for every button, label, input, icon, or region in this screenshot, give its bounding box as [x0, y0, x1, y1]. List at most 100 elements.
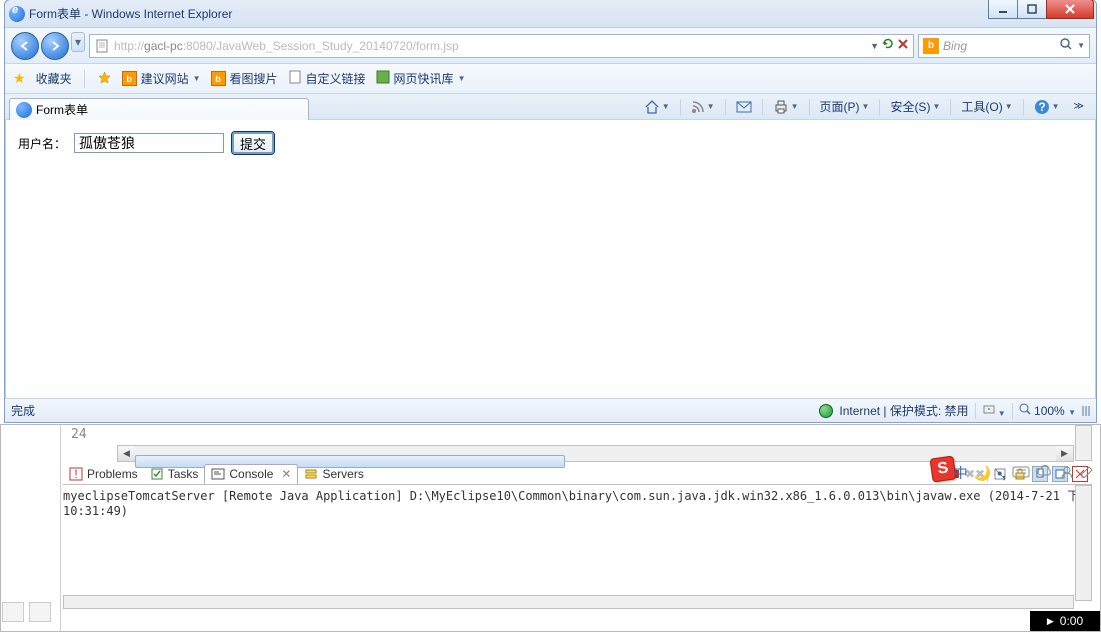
resize-grip-icon[interactable]: [1082, 406, 1090, 416]
search-dropdown-icon[interactable]: ▼: [1077, 41, 1085, 50]
fav-web-slices[interactable]: 网页快讯库▼: [376, 70, 466, 87]
ie-logo-icon: [9, 6, 25, 22]
home-button[interactable]: ▼: [640, 97, 674, 117]
close-button[interactable]: [1046, 0, 1094, 19]
ime-cn-toggle[interactable]: 中: [954, 463, 968, 483]
command-bar: ▼ ▼ ▼ 页面(P) ▼ 安全(S) ▼ 工具(O) ▼ ?▼ ≫: [640, 96, 1088, 117]
internet-zone-icon: [819, 404, 833, 418]
media-time-overlay[interactable]: ▶ 0:00: [1030, 611, 1100, 631]
fav-suggested-sites[interactable]: b建议网站▼: [122, 70, 201, 87]
page-icon: [94, 38, 110, 54]
back-button[interactable]: [11, 32, 39, 60]
status-zone: Internet | 保护模式: 禁用: [839, 402, 968, 419]
forward-button[interactable]: [41, 32, 69, 60]
refresh-button[interactable]: [881, 37, 895, 54]
favorites-star-icon[interactable]: ★: [13, 70, 26, 87]
print-button[interactable]: ▼: [769, 97, 803, 117]
search-button[interactable]: [1059, 37, 1073, 54]
help-button[interactable]: ?▼: [1030, 97, 1064, 117]
mail-button[interactable]: [732, 98, 756, 116]
address-bar[interactable]: http://gacl-pc:8080/JavaWeb_Session_Stud…: [89, 34, 914, 58]
print-icon: [773, 99, 789, 115]
separator: [84, 70, 85, 88]
trim-item[interactable]: [2, 602, 24, 622]
url-text: http://gacl-pc:8080/JavaWeb_Session_Stud…: [114, 39, 870, 53]
username-form: 用户名： 提交: [18, 132, 1083, 154]
addressbar-dropdown-icon[interactable]: ▼: [870, 41, 879, 51]
trim-item[interactable]: [29, 602, 51, 622]
favorites-label[interactable]: 收藏夹: [36, 70, 72, 87]
home-icon: [644, 99, 660, 115]
play-icon: ▶: [1047, 616, 1054, 627]
username-input[interactable]: [74, 133, 224, 153]
window-title: Form表单 - Windows Internet Explorer: [29, 5, 232, 22]
ime-softkeyboard-icon[interactable]: [1012, 465, 1030, 482]
submit-button[interactable]: 提交: [232, 132, 274, 154]
bing-favicon-icon: b: [122, 71, 137, 86]
console-vscrollbar[interactable]: [1075, 485, 1092, 601]
minimize-button[interactable]: [988, 0, 1018, 19]
console-output: myeclipseTomcatServer [Remote Java Appli…: [63, 487, 1092, 518]
help-icon: ?: [1034, 99, 1050, 115]
svg-text:!: !: [74, 467, 77, 481]
ide-trim-stack: [1, 601, 61, 629]
page-icon: [288, 70, 302, 87]
favorites-add-icon[interactable]: [97, 71, 112, 86]
line-number: 24: [71, 427, 87, 442]
ie-window: Form表单 - Windows Internet Explorer ▾ htt…: [4, 0, 1097, 423]
tab-problems[interactable]: ! Problems: [63, 465, 144, 483]
tab-servers[interactable]: Servers: [298, 465, 369, 483]
console-icon: [211, 467, 225, 481]
protected-mode-toggle[interactable]: ▼: [982, 402, 1006, 419]
ime-user-icon[interactable]: [1060, 465, 1074, 482]
webslice-icon: [376, 70, 390, 87]
ime-punct-toggle[interactable]: •,: [997, 465, 1006, 481]
page-content: 用户名： 提交: [6, 120, 1095, 398]
feeds-button[interactable]: ▼: [687, 98, 719, 116]
fav-custom-links[interactable]: 自定义链接: [288, 70, 366, 87]
close-tab-icon[interactable]: ✕: [281, 467, 291, 481]
bing-favicon-icon: b: [211, 71, 226, 86]
ie-navbar: ▾ http://gacl-pc:8080/JavaWeb_Session_St…: [5, 28, 1096, 64]
rss-icon: [691, 100, 705, 114]
ime-tool-icon[interactable]: [1080, 465, 1094, 482]
zoom-control[interactable]: 100% ▼: [1019, 403, 1076, 418]
bing-icon: b: [923, 38, 939, 54]
tasks-icon: [150, 467, 164, 481]
window-controls: [989, 0, 1094, 19]
username-label: 用户名：: [18, 135, 66, 152]
search-placeholder: Bing: [943, 39, 1055, 53]
stop-button[interactable]: [897, 38, 909, 53]
history-dropdown[interactable]: ▾: [71, 32, 85, 52]
page-menu[interactable]: 页面(P) ▼: [816, 96, 874, 117]
tab-form[interactable]: Form表单: [9, 98, 309, 120]
safety-menu[interactable]: 安全(S) ▼: [886, 96, 944, 117]
scroll-left-icon[interactable]: ◀: [118, 446, 135, 461]
ime-cloud-icon[interactable]: [1036, 465, 1054, 482]
scroll-right-icon[interactable]: ▶: [1056, 446, 1073, 461]
ime-moon-icon[interactable]: 🌙: [974, 465, 991, 482]
ide-panel: 24 ◀ ▶ ! Problems Tasks Console ✕ Server…: [0, 424, 1101, 632]
editor-vscrollbar[interactable]: [1075, 425, 1092, 461]
console-hscrollbar[interactable]: [63, 595, 1074, 609]
tools-menu[interactable]: 工具(O) ▼: [957, 96, 1016, 117]
fav-image-search[interactable]: b看图搜片: [211, 70, 278, 87]
media-time: 0:00: [1060, 614, 1083, 628]
ie-titlebar[interactable]: Form表单 - Windows Internet Explorer: [5, 0, 1096, 28]
expand-button[interactable]: ≫: [1070, 99, 1088, 114]
ime-toolbar: 中 🌙 •,: [948, 461, 1100, 485]
status-bar: 完成 Internet | 保护模式: 禁用 ▼ 100% ▼: [5, 398, 1096, 422]
mail-icon: [736, 100, 752, 114]
tab-console[interactable]: Console ✕: [204, 464, 298, 484]
tab-title: Form表单: [36, 101, 88, 118]
problems-icon: !: [69, 467, 83, 481]
status-done: 完成: [11, 402, 35, 419]
svg-text:?: ?: [1038, 100, 1045, 114]
tab-tasks[interactable]: Tasks: [144, 465, 205, 483]
servers-icon: [304, 467, 318, 481]
search-bar[interactable]: b Bing ▼: [918, 34, 1090, 58]
tab-bar: Form表单 ▼ ▼ ▼ 页面(P) ▼ 安全(S) ▼ 工具(O) ▼ ?▼ …: [5, 94, 1096, 120]
ie-tab-icon: [16, 102, 32, 118]
maximize-button[interactable]: [1017, 0, 1047, 19]
favorites-bar: ★ 收藏夹 b建议网站▼ b看图搜片 自定义链接 网页快讯库▼: [5, 64, 1096, 94]
